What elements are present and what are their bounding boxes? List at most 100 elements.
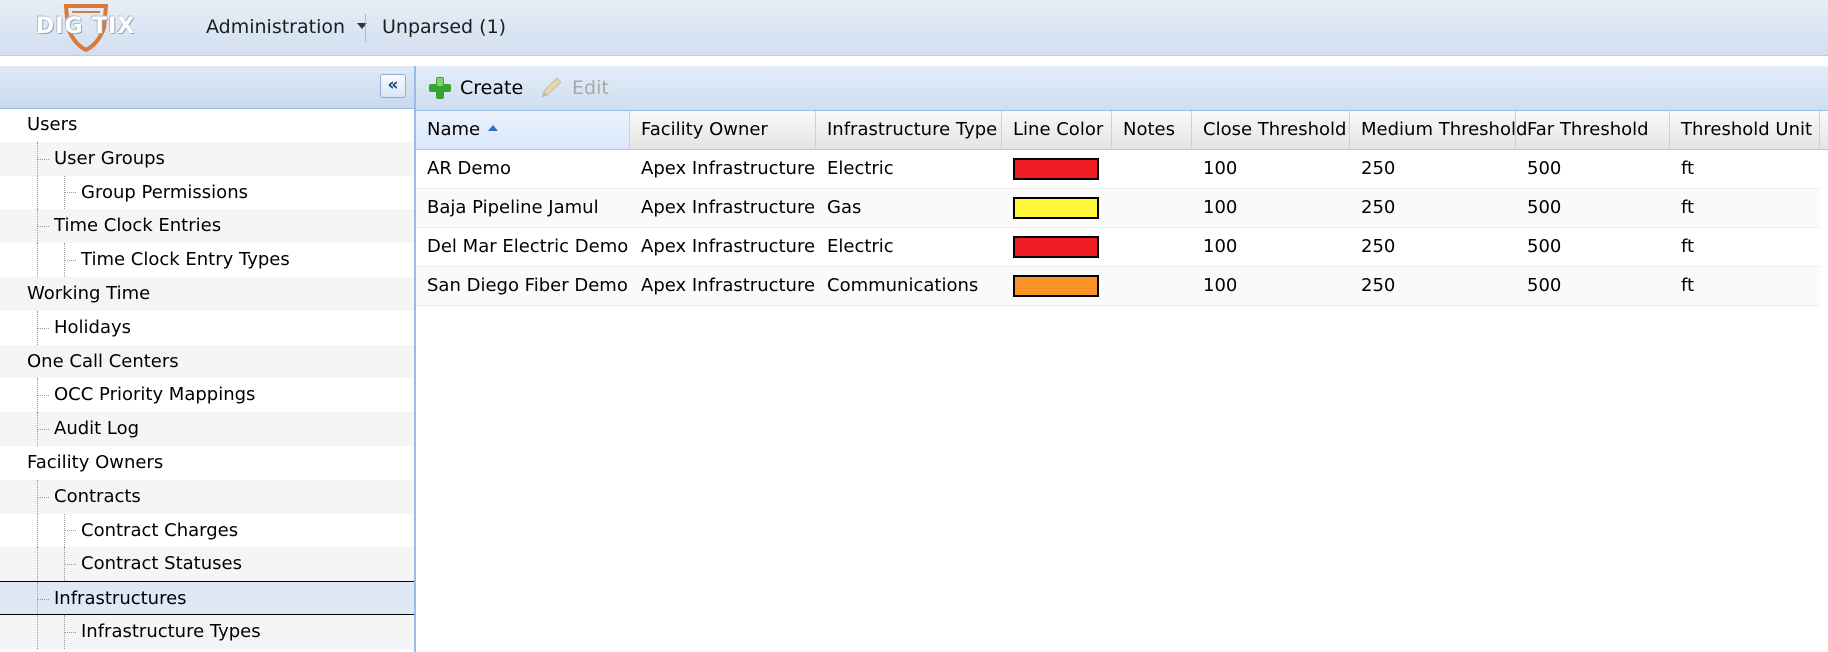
sidebar-item-label: Contracts [54, 485, 141, 507]
sidebar-item-one-call-centers[interactable]: One Call Centers [0, 344, 414, 379]
tree-elbow-line [64, 260, 76, 262]
cell-medium: 250 [1361, 275, 1396, 296]
cell-owner: Apex Infrastructure [641, 158, 816, 179]
cell-notes [1112, 150, 1192, 188]
cell-medium: 250 [1361, 197, 1396, 218]
grid-toolbar: Create Edit [416, 66, 1828, 111]
cell-close: 100 [1203, 197, 1238, 218]
administration-menu[interactable]: Administration [206, 16, 368, 38]
navigation-tree: Users User Groups Group Permissions Time Cl… [0, 108, 416, 652]
create-button-label: Create [460, 77, 524, 99]
sidebar-item-label: Time Clock Entry Types [81, 249, 290, 271]
cell-unit: ft [1681, 236, 1695, 257]
column-header-name[interactable]: Name [416, 111, 630, 149]
pencil-icon [541, 77, 562, 98]
column-header-notes[interactable]: Notes [1112, 111, 1192, 149]
cell-unit: ft [1681, 197, 1695, 218]
column-header-label: Line Color [1013, 119, 1104, 140]
header-divider [365, 14, 366, 42]
column-header-threshold-unit[interactable]: Threshold Unit [1670, 111, 1820, 149]
sidebar-item-user-groups[interactable]: User Groups [0, 141, 414, 176]
cell-type: Electric [827, 236, 894, 257]
tree-elbow-line [64, 564, 76, 566]
column-header-facility-owner[interactable]: Facility Owner [630, 111, 816, 149]
sidebar-item-facility-owners[interactable]: Facility Owners [0, 446, 414, 480]
sidebar-item-label: Audit Log [54, 418, 140, 440]
sidebar-item-contracts[interactable]: Contracts [0, 479, 414, 514]
edit-button[interactable]: Edit [538, 74, 609, 102]
tree-elbow-line [64, 192, 76, 194]
tree-elbow-line [37, 395, 49, 397]
grid-header: Name Facility Owner Infrastructure Type Lin… [416, 111, 1828, 150]
tree-elbow-line [37, 158, 49, 160]
sidebar-item-contract-charges[interactable]: Contract Charges [0, 513, 414, 548]
sidebar-item-label: Contract Statuses [81, 553, 242, 575]
tree-elbow-line [64, 631, 76, 633]
create-button[interactable]: Create [428, 74, 523, 102]
sidebar-item-label: Facility Owners [27, 451, 164, 473]
column-header-label: Name [427, 119, 481, 140]
cell-medium: 250 [1361, 236, 1396, 257]
cell-type: Communications [827, 275, 979, 296]
column-header-line-color[interactable]: Line Color [1002, 111, 1112, 149]
line-color-swatch [1013, 197, 1099, 219]
tree-elbow-line [37, 496, 49, 498]
tree-elbow-line [37, 599, 49, 601]
cell-owner: Apex Infrastructure [641, 236, 816, 257]
line-color-swatch [1013, 236, 1099, 258]
sidebar-item-holidays[interactable]: Holidays [0, 310, 414, 345]
column-header-medium-threshold[interactable]: Medium Threshold [1350, 111, 1527, 149]
tree-elbow-line [64, 530, 76, 532]
sidebar-item-label: User Groups [54, 147, 165, 169]
line-color-swatch [1013, 275, 1099, 297]
unparsed-menu[interactable]: Unparsed (1) [382, 16, 506, 38]
column-header-far-threshold[interactable]: Far Threshold [1516, 111, 1670, 149]
tree-guide-line [37, 582, 38, 614]
sidebar-item-infrastructure-types[interactable]: Infrastructure Types [0, 614, 414, 649]
cell-close: 100 [1203, 275, 1238, 296]
sidebar-item-label: Group Permissions [81, 181, 248, 203]
column-header-label: Infrastructure Type [827, 119, 998, 140]
plus-icon [429, 77, 451, 99]
sidebar-item-label: Time Clock Entries [54, 215, 222, 237]
column-header-label: Close Threshold [1203, 119, 1347, 140]
table-row[interactable]: San Diego Fiber Demo Apex Infrastructure C… [416, 267, 1820, 306]
cell-unit: ft [1681, 158, 1695, 179]
sidebar-item-group-permissions[interactable]: Group Permissions [0, 175, 414, 210]
administration-menu-label: Administration [206, 16, 346, 38]
top-bar: DIG TIX Administration Unparsed (1) [0, 0, 1828, 56]
cell-owner: Apex Infrastructure [641, 275, 816, 296]
cell-type: Gas [827, 197, 862, 218]
sidebar-item-occ-priority-mappings[interactable]: OCC Priority Mappings [0, 378, 414, 413]
sidebar-item-time-clock-entries[interactable]: Time Clock Entries [0, 209, 414, 244]
tree-guide-line [37, 175, 38, 210]
sidebar-item-contract-statuses[interactable]: Contract Statuses [0, 547, 414, 582]
cell-owner: Apex Infrastructure [641, 197, 816, 218]
sidebar-item-working-time[interactable]: Working Time [0, 276, 414, 311]
cell-close: 100 [1203, 158, 1238, 179]
cell-name: San Diego Fiber Demo [427, 275, 628, 296]
line-color-swatch [1013, 158, 1099, 180]
collapse-sidebar-button[interactable]: « [380, 74, 406, 98]
tree-elbow-line [37, 327, 49, 329]
edit-button-label: Edit [572, 77, 609, 99]
sidebar-item-audit-log[interactable]: Audit Log [0, 412, 414, 446]
table-row[interactable]: AR Demo Apex Infrastructure Electric 100 250… [416, 150, 1820, 189]
tree-elbow-line [37, 429, 49, 431]
cell-medium: 250 [1361, 158, 1396, 179]
sidebar-item-infrastructures[interactable]: Infrastructures [0, 581, 414, 615]
cell-far: 500 [1527, 158, 1562, 179]
tree-guide-line [37, 614, 38, 649]
table-row[interactable]: Del Mar Electric Demo Apex Infrastructure… [416, 228, 1820, 267]
app-logo[interactable]: DIG TIX [34, 2, 144, 52]
sidebar-item-users[interactable]: Users [0, 108, 414, 142]
cell-name: Del Mar Electric Demo [427, 236, 629, 257]
column-header-close-threshold[interactable]: Close Threshold [1192, 111, 1350, 149]
sidebar-item-label: OCC Priority Mappings [54, 384, 256, 406]
sidebar-item-time-clock-entry-types[interactable]: Time Clock Entry Types [0, 243, 414, 277]
table-row[interactable]: Baja Pipeline Jamul Apex Infrastructure Ga… [416, 189, 1820, 228]
column-header-label: Notes [1123, 119, 1175, 140]
tree-guide-line [37, 547, 38, 582]
sidebar-item-label: Contract Charges [81, 519, 239, 541]
column-header-infrastructure-type[interactable]: Infrastructure Type [816, 111, 1002, 149]
